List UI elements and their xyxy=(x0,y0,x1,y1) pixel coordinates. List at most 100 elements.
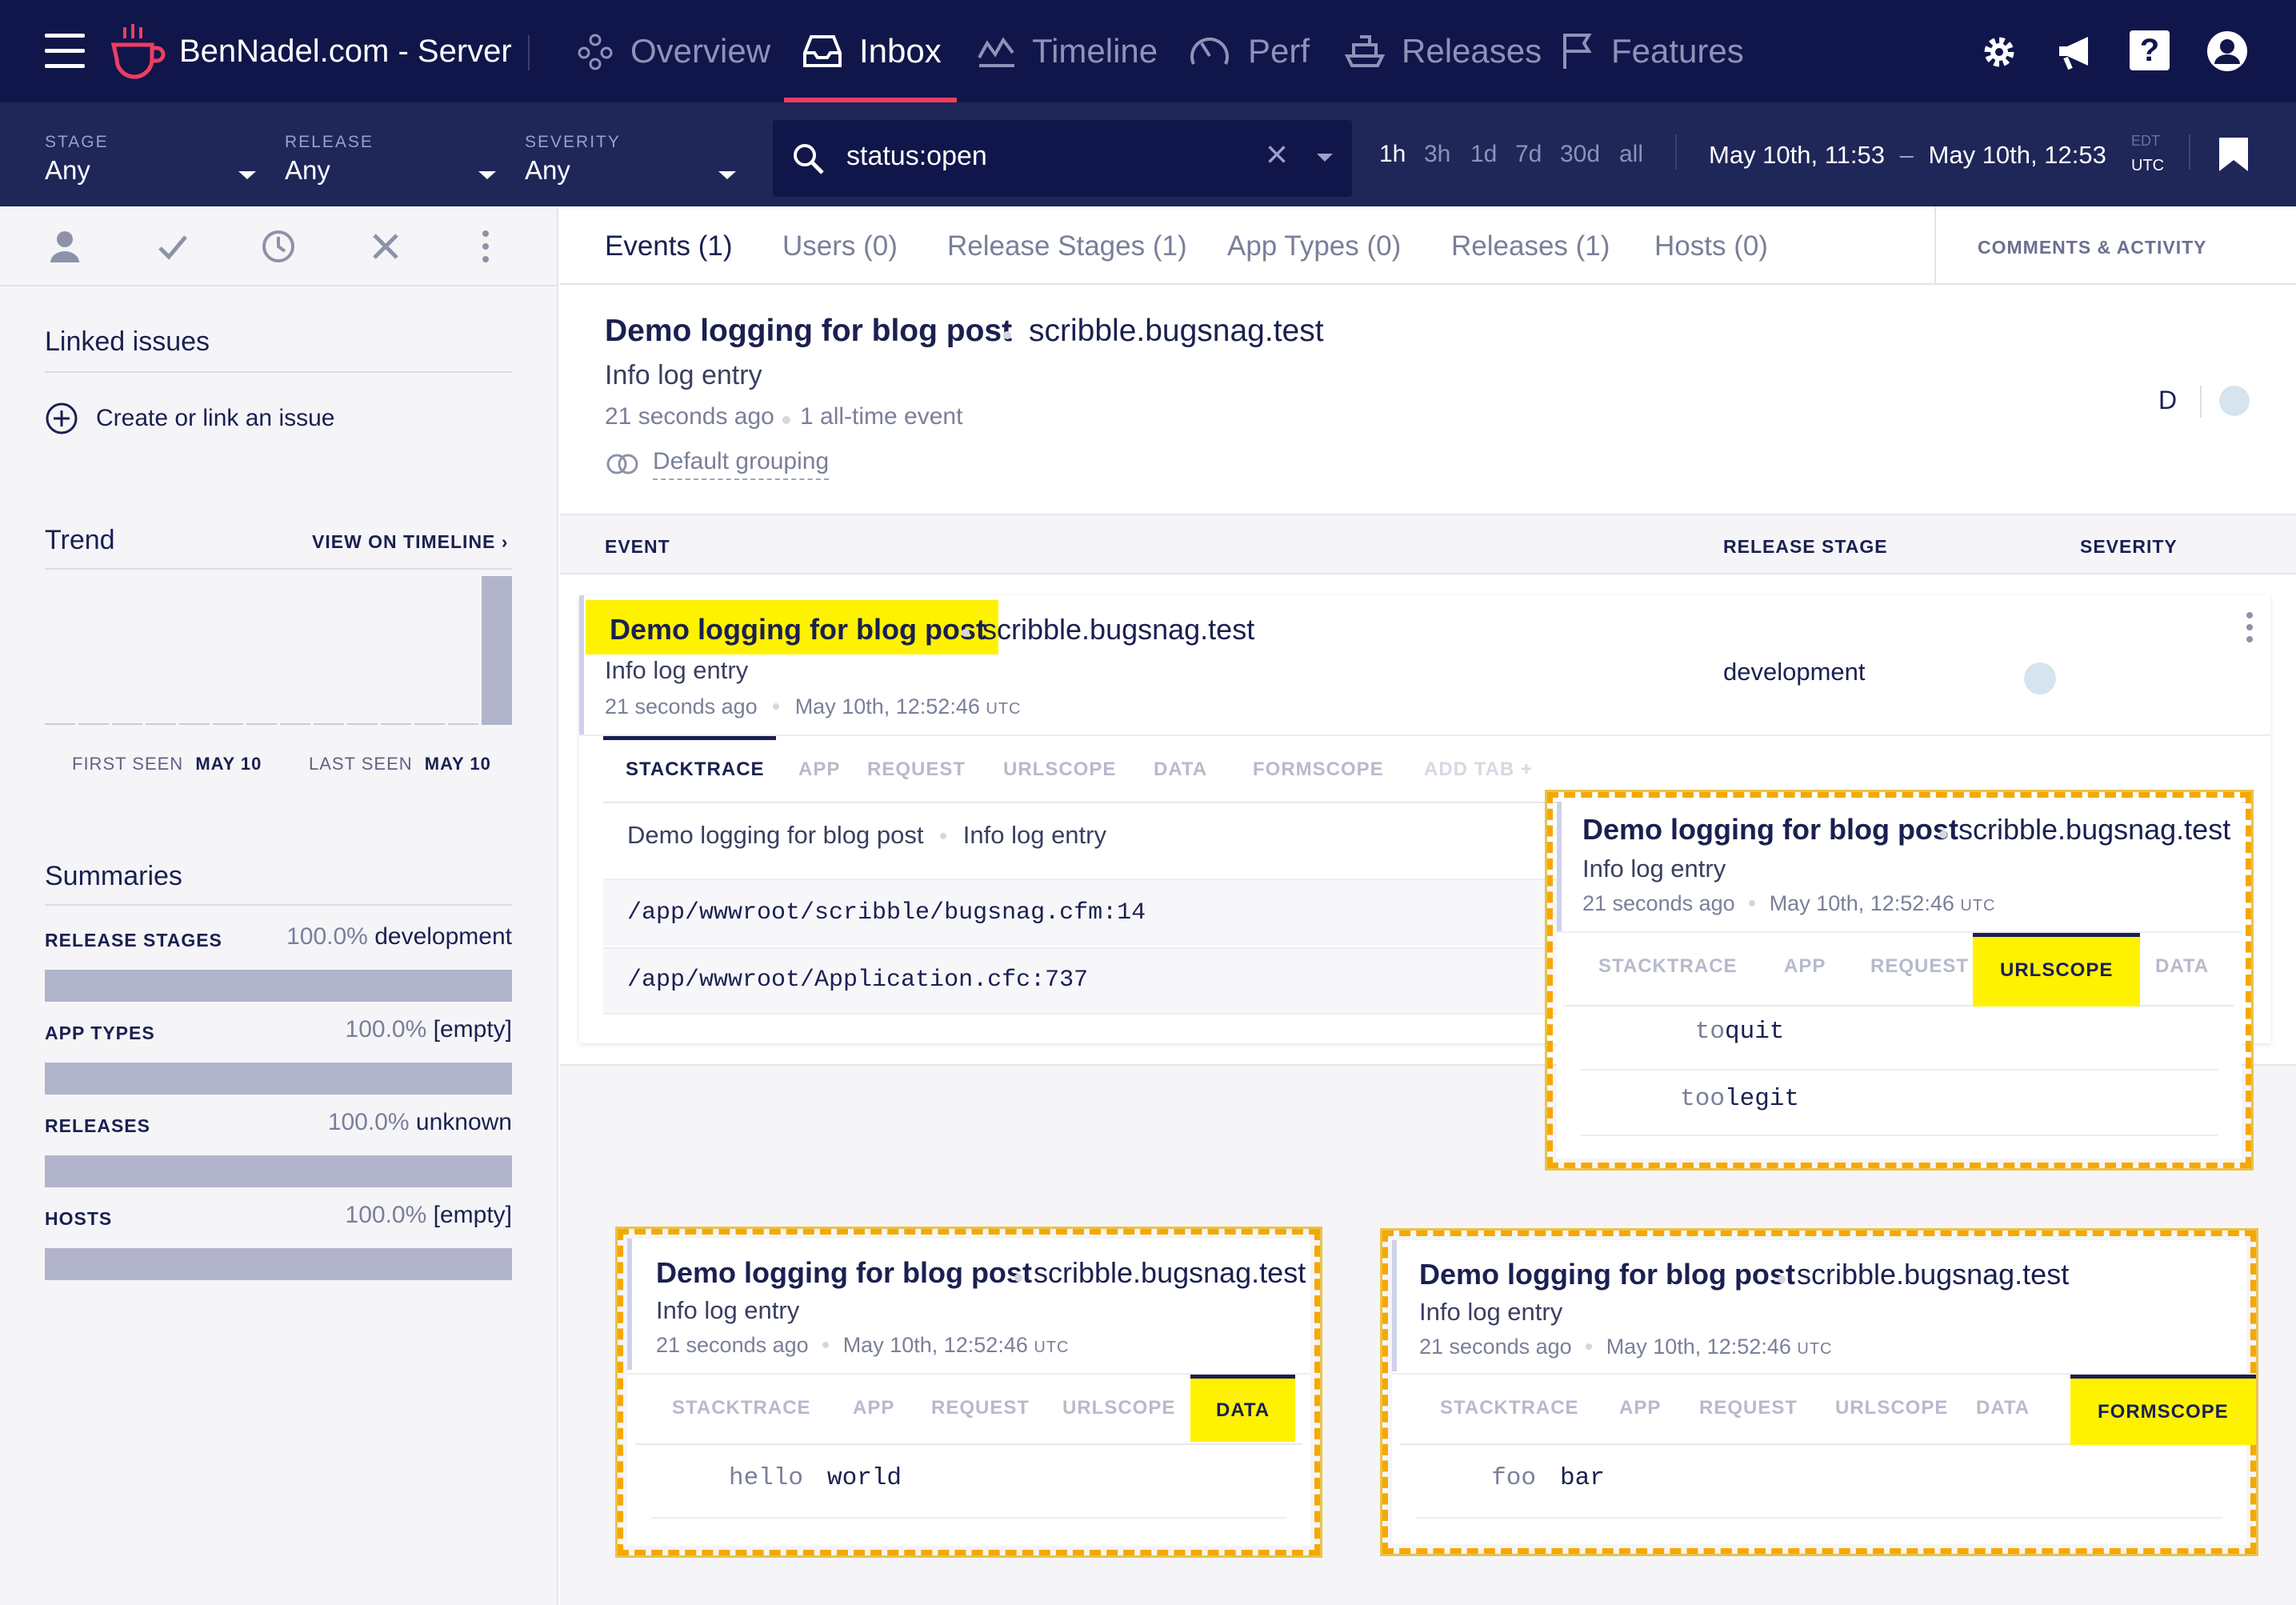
user-icon[interactable] xyxy=(2206,30,2248,76)
separator-dot xyxy=(822,1342,830,1348)
trend-bar[interactable] xyxy=(179,723,210,725)
tab-app-types[interactable]: App Types (0) xyxy=(1227,230,1401,262)
stage-filter[interactable]: STAGE Any xyxy=(45,102,261,206)
bookmark-icon[interactable] xyxy=(2218,136,2250,177)
tab-releases[interactable]: Releases (1) xyxy=(1451,230,1610,262)
last-seen-label: LAST SEEN xyxy=(309,754,413,774)
stack-frame[interactable]: /app/wwwroot/scribble/bugsnag.cfm:14 xyxy=(603,879,1563,946)
tab-stacktrace[interactable]: STACKTRACE xyxy=(672,1397,811,1419)
nav-overview[interactable]: Overview xyxy=(576,0,770,102)
summary-bar[interactable] xyxy=(45,1063,512,1095)
nav-releases[interactable]: Releases xyxy=(1344,0,1542,102)
trend-bar[interactable] xyxy=(246,723,277,725)
tab-events[interactable]: Events (1) xyxy=(605,230,733,262)
tab-formscope[interactable]: FORMSCOPE xyxy=(2070,1375,2256,1445)
timezone-utc[interactable]: UTC xyxy=(2131,157,2164,175)
trend-bar[interactable] xyxy=(112,723,142,725)
summary-bar[interactable] xyxy=(45,1155,512,1187)
range-3h[interactable]: 3h xyxy=(1424,141,1450,168)
search-dropdown-icon[interactable] xyxy=(1317,154,1333,162)
ignore-icon[interactable] xyxy=(368,229,403,264)
tab-release-stages[interactable]: Release Stages (1) xyxy=(947,230,1187,262)
trend-bar[interactable] xyxy=(381,723,411,725)
summary-value: [empty] xyxy=(433,1016,512,1043)
nav-perf[interactable]: Perf xyxy=(1187,0,1310,102)
megaphone-icon[interactable] xyxy=(2054,34,2096,74)
search-input[interactable]: status:open × xyxy=(773,120,1352,197)
nav-inbox-label: Inbox xyxy=(859,32,942,70)
tab-data[interactable]: DATA xyxy=(1154,758,1207,781)
trend-bar[interactable] xyxy=(482,576,512,725)
hamburger-menu-icon[interactable] xyxy=(45,34,85,69)
stack-frame[interactable]: /app/wwwroot/Application.cfc:737 xyxy=(603,947,1563,1015)
range-1d[interactable]: 1d xyxy=(1470,141,1497,168)
assignee[interactable]: D xyxy=(2158,386,2177,415)
tab-request[interactable]: REQUEST xyxy=(1699,1397,1798,1419)
grouping-icon xyxy=(606,454,638,474)
tab-formscope[interactable]: FORMSCOPE xyxy=(1253,758,1384,781)
trend-bar[interactable] xyxy=(347,723,378,725)
error-tabs: Events (1) Users (0) Release Stages (1) … xyxy=(560,206,1934,285)
tab-urlscope[interactable]: URLSCOPE xyxy=(1835,1397,1948,1419)
trend-bar[interactable] xyxy=(414,723,445,725)
range-all[interactable]: all xyxy=(1619,141,1643,168)
project-name[interactable]: BenNadel.com - Server xyxy=(179,0,512,102)
trend-bar[interactable] xyxy=(45,723,75,725)
add-tab-button[interactable]: ADD TAB + xyxy=(1424,758,1533,781)
more-icon[interactable] xyxy=(2245,611,2254,643)
tab-request[interactable]: REQUEST xyxy=(931,1397,1030,1419)
frame-path: /app/wwwroot/Application.cfc:737 xyxy=(627,967,1089,994)
summary-bar[interactable] xyxy=(45,1248,512,1280)
nav-timeline[interactable]: Timeline xyxy=(978,0,1158,102)
trend-bar[interactable] xyxy=(78,723,109,725)
tab-app[interactable]: APP xyxy=(1619,1397,1661,1419)
tab-urlscope[interactable]: URLSCOPE xyxy=(1062,1397,1175,1419)
range-1h[interactable]: 1h xyxy=(1379,141,1406,168)
view-on-timeline-link[interactable]: VIEW ON TIMELINE › xyxy=(312,531,508,553)
timezone-edt[interactable]: EDT xyxy=(2131,133,2160,150)
comments-panel-header[interactable]: COMMENTS & ACTIVITY xyxy=(1934,206,2296,285)
tab-app[interactable]: APP xyxy=(798,758,840,781)
tab-request[interactable]: REQUEST xyxy=(867,758,966,781)
tab-data[interactable]: DATA xyxy=(1976,1397,2030,1419)
tab-data[interactable]: DATA xyxy=(1190,1375,1296,1442)
snooze-icon[interactable] xyxy=(261,229,296,264)
event-context: scribble.bugsnag.test xyxy=(982,613,1255,646)
date-range[interactable]: May 10th, 11:53 – May 10th, 12:53 xyxy=(1709,141,2106,170)
gear-icon[interactable] xyxy=(1979,32,2019,76)
create-issue-link[interactable]: Create or link an issue xyxy=(45,402,334,435)
trend-bar[interactable] xyxy=(146,723,176,725)
more-icon[interactable] xyxy=(480,229,491,264)
trend-bar[interactable] xyxy=(314,723,344,725)
trend-bar[interactable] xyxy=(213,723,243,725)
tab-app[interactable]: APP xyxy=(1784,955,1826,978)
severity-filter[interactable]: SEVERITY Any xyxy=(525,102,741,206)
grouping-link[interactable]: Default grouping xyxy=(605,448,830,480)
trend-bar[interactable] xyxy=(448,723,478,725)
tab-stacktrace[interactable]: STACKTRACE xyxy=(626,758,765,781)
tab-urlscope[interactable]: URLSCOPE xyxy=(1003,758,1116,781)
summary-value: [empty] xyxy=(433,1202,512,1228)
trend-bar[interactable] xyxy=(280,723,310,725)
tab-urlscope[interactable]: URLSCOPE xyxy=(1973,933,2141,1007)
assign-icon[interactable] xyxy=(48,229,82,264)
clear-search-icon[interactable]: × xyxy=(1266,133,1288,177)
tab-users[interactable]: Users (0) xyxy=(782,230,898,262)
grouping-label: Default grouping xyxy=(653,448,830,480)
range-30d[interactable]: 30d xyxy=(1560,141,1600,168)
help-icon[interactable]: ? xyxy=(2130,30,2170,70)
formscope-event-card: Demo logging for blog post scribble.bugs… xyxy=(1392,1240,2256,1544)
nav-features[interactable]: Features xyxy=(1560,0,1744,102)
tab-stacktrace[interactable]: STACKTRACE xyxy=(1440,1397,1579,1419)
tab-hosts[interactable]: Hosts (0) xyxy=(1654,230,1768,262)
summary-pct: 100.0% xyxy=(345,1202,427,1228)
summary-bar[interactable] xyxy=(45,970,512,1002)
tab-data[interactable]: DATA xyxy=(2155,955,2209,978)
tab-request[interactable]: REQUEST xyxy=(1870,955,1969,978)
tab-stacktrace[interactable]: STACKTRACE xyxy=(1598,955,1738,978)
fix-icon[interactable] xyxy=(155,229,190,264)
release-filter[interactable]: RELEASE Any xyxy=(285,102,501,206)
tab-app[interactable]: APP xyxy=(853,1397,894,1419)
nav-inbox[interactable]: Inbox xyxy=(802,0,942,102)
range-7d[interactable]: 7d xyxy=(1515,141,1542,168)
